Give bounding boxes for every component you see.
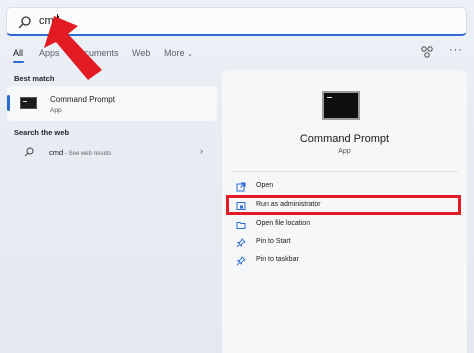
action-pin-to-taskbar[interactable]: Pin to taskbar [236,254,456,268]
tab-active-indicator [13,61,24,63]
web-query-text: cmd [49,148,64,157]
share-icon[interactable] [420,45,434,59]
open-icon [236,182,246,192]
pin-icon [236,238,246,248]
action-open-label: Open [256,182,274,189]
best-match-result[interactable]: Command Prompt App [7,86,217,121]
divider [232,171,458,172]
action-open-file-location-label: Open file location [256,220,311,227]
result-title: Command Prompt [50,95,115,104]
tab-more-label: More [164,48,185,58]
annotation-arrow-icon [44,16,102,80]
folder-icon [236,222,246,229]
pin-icon [236,256,246,266]
tab-more[interactable]: More ⌄ [164,47,193,61]
web-search-result[interactable]: cmd - See web results › [7,143,217,161]
action-pin-to-taskbar-label: Pin to taskbar [256,256,299,263]
search-icon [24,147,34,157]
web-search-query: cmd - See web results [49,148,111,157]
action-open[interactable]: Open [236,180,456,194]
ellipsis-icon[interactable]: ··· [449,44,463,56]
command-prompt-icon [20,97,37,109]
search-web-heading: Search the web [14,128,70,137]
action-pin-to-start-label: Pin to Start [256,238,291,245]
chevron-right-icon[interactable]: › [200,146,203,156]
action-open-file-location[interactable]: Open file location [236,218,456,232]
tab-all[interactable]: All [13,47,23,59]
command-prompt-icon [322,91,360,120]
start-search-panel: cmd All Apps Documents Web More ⌄ ··· Be… [0,0,474,353]
details-subtitle: App [338,148,351,155]
details-title: Command Prompt [299,133,390,145]
search-icon [18,16,31,29]
chevron-down-icon: ⌄ [187,51,193,58]
annotation-highlight-box [226,195,461,215]
selection-indicator [7,95,10,111]
result-subtitle: App [50,107,62,114]
tab-web[interactable]: Web [132,47,150,59]
web-query-hint: - See web results [63,151,112,157]
action-pin-to-start[interactable]: Pin to Start [236,236,456,250]
